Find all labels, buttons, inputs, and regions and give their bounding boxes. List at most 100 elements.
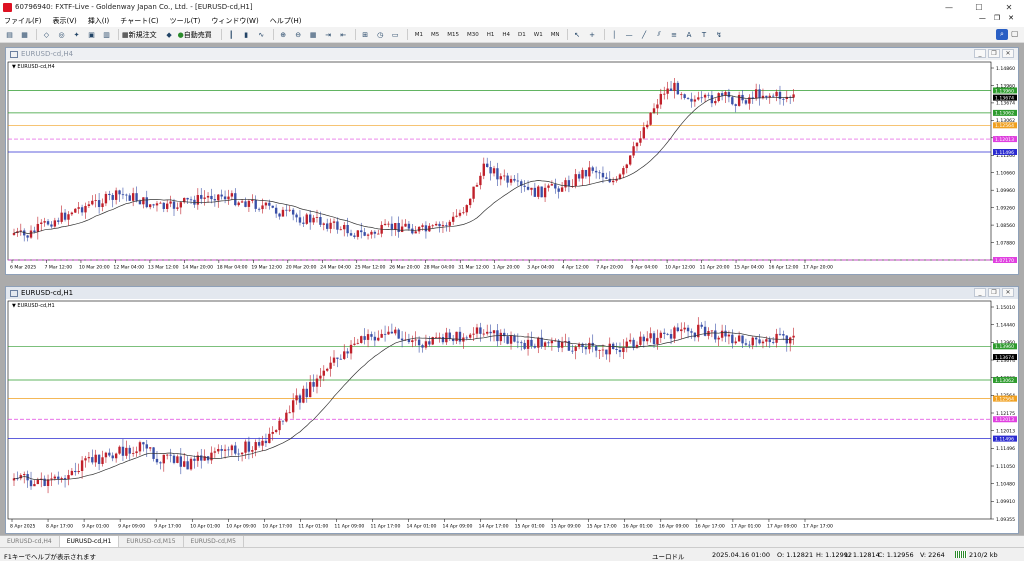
- candle-body: [741, 335, 744, 344]
- zoom-in-icon[interactable]: ⊕: [277, 29, 290, 41]
- candle-body: [36, 223, 40, 233]
- new-order-button[interactable]: ▦ 新規注文: [122, 30, 157, 40]
- x-axis-tick-label: 15 Apr 04:00: [734, 265, 764, 271]
- period-h1[interactable]: H1: [487, 32, 495, 38]
- menu-view[interactable]: 表示(V): [53, 16, 77, 26]
- line-chart-icon[interactable]: ∿: [255, 29, 268, 41]
- new-chart-icon[interactable]: ▤: [3, 29, 16, 41]
- terminal-icon[interactable]: ▣: [85, 29, 98, 41]
- autoscroll-icon[interactable]: ⇥: [322, 29, 335, 41]
- chart-minimize-icon[interactable]: _: [974, 49, 986, 58]
- period-mn[interactable]: MN: [551, 32, 560, 38]
- chart-shift-icon[interactable]: ⇤: [337, 29, 350, 41]
- plot-area: [7, 61, 992, 261]
- navigator-icon[interactable]: ✦: [70, 29, 83, 41]
- text-icon[interactable]: A: [683, 29, 696, 41]
- period-m30[interactable]: M30: [467, 32, 479, 38]
- price-chart-h4[interactable]: ▼ EURUSD-cd,H4 1.148601.139601.136741.130…: [6, 60, 1018, 274]
- chart-window-h4[interactable]: EURUSD-cd,H4 _ ❐ ✕ ▼ EURUSD-cd,H4 1.14860…: [5, 47, 1019, 275]
- crosshair-icon[interactable]: +: [586, 29, 599, 41]
- label-icon[interactable]: T: [698, 29, 711, 41]
- tab-eurusd-h4[interactable]: EURUSD-cd,H4: [0, 536, 60, 547]
- mdi-close-icon[interactable]: ✕: [1008, 14, 1014, 22]
- candle-body: [390, 331, 394, 334]
- price-chart-h1[interactable]: ▼ EURUSD-cd,H1 1.15010 1.14440 1.13960 1.136…: [6, 299, 1018, 533]
- auto-trade-button[interactable]: ● 自動売買: [178, 30, 212, 40]
- x-axis-tick-label: 9 Apr 04:00: [631, 265, 658, 271]
- menu-file[interactable]: ファイル(F): [4, 16, 42, 26]
- menu-insert[interactable]: 挿入(I): [88, 16, 110, 26]
- trendline-icon[interactable]: ╱: [638, 29, 651, 41]
- candle-body: [339, 229, 343, 231]
- zoom-out-icon[interactable]: ⊖: [292, 29, 305, 41]
- candle-body: [36, 479, 40, 485]
- period-d1[interactable]: D1: [518, 32, 526, 38]
- data-window-icon[interactable]: ◎: [55, 29, 68, 41]
- menu-help[interactable]: ヘルプ(H): [270, 16, 302, 26]
- minimize-icon[interactable]: —: [934, 0, 964, 14]
- vertical-line-icon[interactable]: │: [608, 29, 621, 41]
- arrows-icon[interactable]: ↯: [713, 29, 726, 41]
- y-axis-tick-label: 1.10480: [996, 481, 1015, 487]
- chart-restore-icon[interactable]: ❐: [988, 49, 1000, 58]
- candle-body: [40, 222, 43, 224]
- chart-close-icon[interactable]: ✕: [1002, 288, 1014, 297]
- candle-body: [523, 185, 526, 187]
- candle-body: [407, 223, 411, 229]
- tab-eurusd-h1[interactable]: EURUSD-cd,H1: [59, 536, 120, 547]
- market-watch-icon[interactable]: ◇: [40, 29, 53, 41]
- bar-chart-icon[interactable]: ┃: [225, 29, 238, 41]
- chat-icon[interactable]: ▢: [1011, 29, 1021, 40]
- fibonacci-icon[interactable]: ≡: [668, 29, 681, 41]
- close-icon[interactable]: ✕: [994, 0, 1024, 14]
- chart-window-h1[interactable]: EURUSD-cd,H1 _ ❐ ✕ ▼ EURUSD-cd,H1 1.15010…: [5, 286, 1019, 534]
- period-h4[interactable]: H4: [502, 32, 510, 38]
- candle-body: [567, 180, 571, 187]
- period-w1[interactable]: W1: [534, 32, 543, 38]
- tab-eurusd-m5[interactable]: EURUSD-cd,M5: [184, 536, 244, 547]
- chart-window-titlebar[interactable]: EURUSD-cd,H4 _ ❐ ✕: [6, 48, 1018, 60]
- candlestick-icon[interactable]: ▮: [240, 29, 253, 41]
- cursor-icon[interactable]: ↖: [571, 29, 584, 41]
- mdi-restore-icon[interactable]: ❐: [994, 14, 1000, 22]
- tab-eurusd-m15[interactable]: EURUSD-cd,M15: [119, 536, 184, 547]
- templates-icon[interactable]: ▭: [389, 29, 402, 41]
- candle-body: [220, 448, 223, 451]
- menu-chart[interactable]: チャート(C): [120, 16, 158, 26]
- indicators-icon[interactable]: ⊞: [359, 29, 372, 41]
- profiles-icon[interactable]: ▦: [18, 29, 31, 41]
- status-volume: V: 2264: [920, 551, 945, 559]
- search-icon[interactable]: ⌕: [996, 29, 1008, 40]
- candle-body: [172, 201, 176, 209]
- chart-restore-icon[interactable]: ❐: [988, 288, 1000, 297]
- candle-body: [455, 331, 458, 342]
- candle-body: [387, 331, 390, 335]
- status-low: L: 1.12814: [845, 551, 880, 559]
- candle-body: [646, 124, 649, 128]
- meta-editor-icon[interactable]: ◆: [163, 29, 176, 41]
- period-m1[interactable]: M1: [415, 32, 423, 38]
- periods-icon[interactable]: ◷: [374, 29, 387, 41]
- candle-body: [176, 456, 179, 463]
- mdi-minimize-icon[interactable]: —: [979, 14, 986, 22]
- x-axis-tick-label: 8 Apr 17:00: [46, 524, 73, 530]
- tile-windows-icon[interactable]: ▦: [307, 29, 320, 41]
- x-axis-tick-label: 10 Apr 17:00: [262, 524, 292, 530]
- chart-minimize-icon[interactable]: _: [974, 288, 986, 297]
- channel-icon[interactable]: ⫽: [653, 29, 666, 41]
- period-m15[interactable]: M15: [447, 32, 459, 38]
- horizontal-line-icon[interactable]: —: [623, 29, 636, 41]
- candle-body: [734, 104, 737, 106]
- maximize-icon[interactable]: ☐: [964, 0, 994, 14]
- candle-body: [244, 441, 247, 453]
- candle-body: [601, 349, 605, 351]
- menu-tools[interactable]: ツール(T): [170, 16, 201, 26]
- strategy-tester-icon[interactable]: ▥: [100, 29, 113, 41]
- candle-body: [608, 343, 611, 355]
- candle-body: [189, 199, 193, 201]
- chart-window-titlebar[interactable]: EURUSD-cd,H1 _ ❐ ✕: [6, 287, 1018, 299]
- menu-window[interactable]: ウィンドウ(W): [211, 16, 258, 26]
- y-axis-tick-label: 1.07880: [996, 240, 1015, 246]
- period-m5[interactable]: M5: [431, 32, 439, 38]
- chart-close-icon[interactable]: ✕: [1002, 49, 1014, 58]
